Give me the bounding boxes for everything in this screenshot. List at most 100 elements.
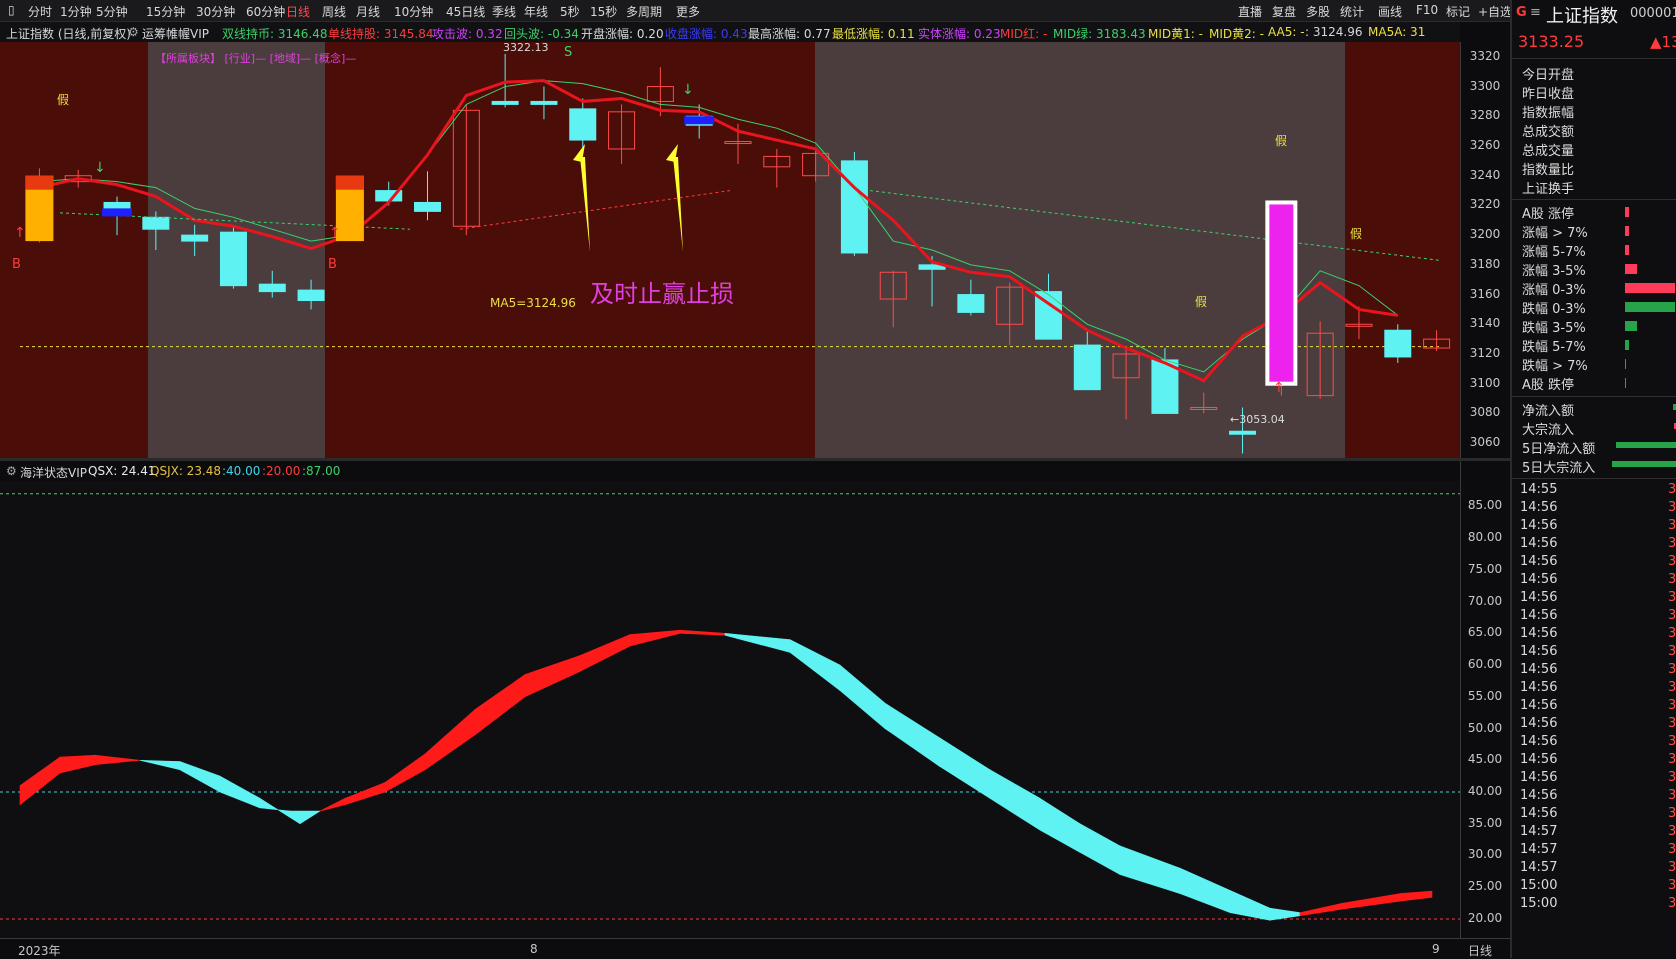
period-tab[interactable]: 45日线: [446, 3, 485, 20]
fire-signal: [335, 175, 364, 190]
sub-indicator-settings-icon[interactable]: ⚙: [6, 464, 17, 478]
flow-bar: [1616, 442, 1676, 448]
flow-label: 5日净流入额: [1522, 442, 1596, 457]
period-tab[interactable]: 分时: [28, 3, 52, 20]
price-tick: 3260: [1469, 138, 1501, 152]
period-tab[interactable]: 15秒: [590, 3, 617, 20]
sub-bg: [0, 481, 1460, 938]
indicator-value: AA5: -: [1268, 25, 1305, 39]
period-tab[interactable]: 5分钟: [96, 3, 128, 20]
period-tab[interactable]: 多周期: [626, 3, 662, 20]
fire-signal: [25, 175, 54, 190]
candle-body[interactable]: [181, 234, 209, 242]
candle-body[interactable]: [142, 216, 170, 230]
candle-body[interactable]: [297, 289, 325, 302]
sector-tags: 【所属板块】 [行业]— [地域]— [概念]—: [155, 51, 356, 65]
tick-time: 14:56: [1520, 734, 1558, 749]
price-tick: 3280: [1469, 108, 1501, 123]
price-tick: 3180: [1469, 256, 1501, 271]
candle-body[interactable]: [569, 108, 597, 141]
tick-time: 14:57: [1520, 842, 1558, 857]
toolbar-action[interactable]: 多股: [1306, 3, 1330, 20]
quote-price: 3133.25: [1518, 32, 1585, 51]
period-tab[interactable]: 季线: [492, 3, 516, 20]
indicator-value: 收盘涨幅: 0.43: [665, 27, 748, 41]
period-tab[interactable]: 60分钟: [246, 3, 285, 20]
tick-time: 14:56: [1520, 626, 1558, 641]
breadth-label: A股 跌停: [1522, 378, 1575, 393]
indicator-settings-icon[interactable]: ⚙: [128, 25, 139, 39]
tick-value: 3: [1668, 752, 1676, 767]
period-tab[interactable]: 周线: [322, 3, 346, 20]
candle-body[interactable]: [1073, 344, 1101, 391]
rp-separator: [1512, 478, 1676, 479]
period-tab[interactable]: 1分钟: [60, 3, 92, 20]
indicator-name[interactable]: 运筹帷幄VIP: [142, 25, 209, 42]
candle-body[interactable]: [491, 100, 519, 105]
period-tab[interactable]: 更多: [676, 3, 700, 20]
toolbar-action[interactable]: 直播: [1238, 3, 1262, 20]
ocean-state-chart[interactable]: [0, 481, 1460, 938]
breadth-label: 涨幅 > 7%: [1522, 226, 1588, 241]
tick-time: 14:57: [1520, 824, 1558, 839]
toolbar-action[interactable]: 画线: [1378, 3, 1402, 20]
indicator-value: 攻击波: 0.32: [432, 27, 503, 41]
toolbar-action[interactable]: 统计: [1340, 3, 1364, 20]
candle-body[interactable]: [414, 201, 442, 212]
period-tab[interactable]: 10分钟: [394, 3, 433, 20]
indicator-tick: 50.00: [1467, 720, 1503, 735]
toolbar-action[interactable]: 复盘: [1272, 3, 1296, 20]
tick-value: 3: [1668, 572, 1676, 587]
candle-body[interactable]: [840, 160, 868, 254]
tick-value: 3: [1668, 590, 1676, 605]
breadth-bar: [1625, 321, 1637, 331]
indicator-tick: 20.00: [1467, 910, 1503, 925]
quote-change: ▲13: [1650, 33, 1676, 51]
layout-icon[interactable]: ▯: [8, 3, 15, 17]
candle-body[interactable]: [1229, 430, 1257, 435]
x-label-month-8: 8: [530, 942, 538, 956]
tick-time: 14:56: [1520, 644, 1558, 659]
x-period-label[interactable]: 日线: [1468, 942, 1492, 959]
candle-body[interactable]: [530, 100, 558, 105]
period-tab[interactable]: 30分钟: [196, 3, 235, 20]
tick-time: 14:56: [1520, 608, 1558, 623]
candle-body[interactable]: [258, 283, 286, 293]
indicator-tick: 25.00: [1467, 879, 1503, 894]
tick-value: 3: [1668, 734, 1676, 749]
price-axis: 3320 3300 3280 3260 3240 3220 3200 3180 3160 3140…: [1460, 42, 1510, 458]
toolbar-action[interactable]: +自选: [1478, 3, 1512, 20]
indicator-tick: 40.00: [1467, 784, 1503, 798]
indicator-axis: 85.00 80.00 75.00 70.00 65.00 60.00 55.00 50.00…: [1460, 461, 1510, 938]
sell-signal: S: [564, 45, 572, 60]
period-tab[interactable]: 5秒: [560, 3, 580, 20]
down-arrow-icon: ↓: [94, 160, 106, 176]
indicator-value: 单线持股: 3145.84: [328, 27, 434, 41]
breadth-label: 涨幅 5-7%: [1522, 245, 1586, 260]
breadth-bar: [1625, 245, 1629, 255]
qsjx-value: QSJX: 23.48: [150, 464, 222, 478]
tick-value: 3: [1668, 788, 1676, 803]
candle-body[interactable]: [219, 231, 247, 287]
period-tab[interactable]: 15分钟: [146, 3, 185, 20]
sub-indicator-name[interactable]: 海洋状态VIP: [20, 464, 87, 481]
candle-body[interactable]: [957, 294, 985, 313]
tick-value: 3: [1668, 806, 1676, 821]
tick-value: 3: [1668, 500, 1676, 515]
price-tick: 3140: [1469, 316, 1501, 331]
tick-value: 3: [1668, 518, 1676, 533]
level-20: :20.00: [262, 464, 301, 478]
toolbar-action[interactable]: 标记: [1446, 3, 1470, 20]
menu-icon[interactable]: ≡: [1530, 5, 1541, 20]
candle-body[interactable]: [1384, 329, 1412, 358]
period-tab[interactable]: 年线: [524, 3, 548, 20]
indicator-tick: 65.00: [1467, 625, 1503, 640]
g-icon: G: [1516, 5, 1527, 20]
candlestick-chart[interactable]: 【所属板块】 [行业]— [地域]— [概念]— 及时止赢止损 MA5=3124.9…: [0, 42, 1460, 458]
period-tab[interactable]: 月线: [356, 3, 380, 20]
period-tab[interactable]: 日线: [286, 3, 310, 20]
tick-time: 14:56: [1520, 680, 1558, 695]
indicator-value: 最高涨幅: 0.77: [748, 27, 831, 41]
toolbar-action[interactable]: F10: [1416, 3, 1438, 17]
breadth-bar: [1625, 359, 1626, 369]
